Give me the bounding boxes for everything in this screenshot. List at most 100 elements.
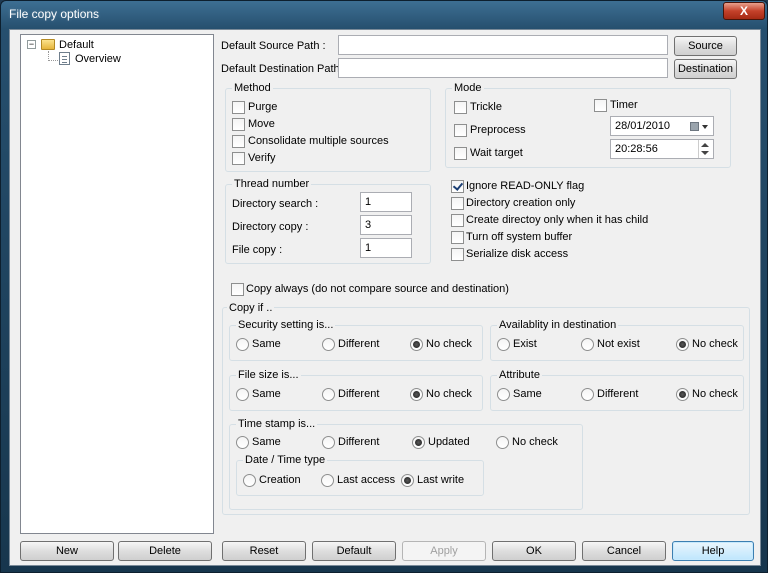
reset-button[interactable]: Reset: [222, 541, 306, 561]
preprocess-checkbox[interactable]: [454, 124, 467, 137]
directory-creation-only-checkbox[interactable]: [451, 197, 464, 210]
timestamp-different-label: Different: [338, 436, 380, 448]
wait-target-checkbox[interactable]: [454, 147, 467, 160]
filesize-nocheck-radio[interactable]: [410, 388, 423, 401]
thread-number-title: Thread number: [232, 177, 312, 191]
timestamp-same-radio[interactable]: [236, 436, 249, 449]
timestamp-different-radio[interactable]: [322, 436, 335, 449]
attribute-same-radio[interactable]: [497, 388, 510, 401]
tree-item-overview[interactable]: Overview: [75, 52, 121, 66]
attribute-title: Attribute: [497, 368, 542, 382]
security-nocheck-radio[interactable]: [410, 338, 423, 351]
verify-label: Verify: [248, 152, 276, 164]
availability-exist-radio[interactable]: [497, 338, 510, 351]
chevron-down-icon[interactable]: [702, 125, 708, 129]
filesize-same-label: Same: [252, 388, 281, 400]
destination-path-input[interactable]: [338, 58, 668, 78]
mode-group: Mode Trickle Timer Preprocess 28/01/2010…: [445, 81, 731, 168]
timer-checkbox[interactable]: [594, 99, 607, 112]
copy-if-title: Copy if ..: [227, 301, 275, 315]
datetime-lastwrite-radio[interactable]: [401, 474, 414, 487]
attribute-group: Attribute Same Different No check: [490, 368, 744, 411]
timer-date-value: 28/01/2010: [615, 120, 671, 132]
consolidate-checkbox[interactable]: [232, 135, 245, 148]
file-copy-options-window: File copy options X − Default Overview D…: [0, 0, 768, 573]
trickle-checkbox[interactable]: [454, 101, 467, 114]
datetime-lastaccess-radio[interactable]: [321, 474, 334, 487]
attribute-same-label: Same: [513, 388, 542, 400]
filesize-nocheck-label: No check: [426, 388, 472, 400]
datetime-creation-label: Creation: [259, 474, 301, 486]
create-directory-child-checkbox[interactable]: [451, 214, 464, 227]
security-same-label: Same: [252, 338, 281, 350]
destination-path-label: Default Destination Path :: [221, 63, 346, 75]
move-checkbox[interactable]: [232, 118, 245, 131]
availability-exist-label: Exist: [513, 338, 537, 350]
availability-title: Availablity in destination: [497, 318, 619, 332]
time-spinner[interactable]: [698, 140, 712, 158]
file-size-group: File size is... Same Different No check: [229, 368, 483, 411]
close-button[interactable]: X: [723, 2, 765, 20]
file-size-title: File size is...: [236, 368, 301, 382]
spin-down-icon[interactable]: [701, 151, 709, 155]
security-setting-title: Security setting is...: [236, 318, 336, 332]
timestamp-updated-radio[interactable]: [412, 436, 425, 449]
destination-button[interactable]: Destination: [674, 59, 737, 79]
security-different-radio[interactable]: [322, 338, 335, 351]
copy-always-label: Copy always (do not compare source and d…: [246, 283, 509, 295]
purge-checkbox[interactable]: [232, 101, 245, 114]
purge-label: Purge: [248, 101, 278, 113]
filesize-same-radio[interactable]: [236, 388, 249, 401]
source-path-input[interactable]: [338, 35, 668, 55]
help-button[interactable]: Help: [672, 541, 754, 561]
profile-tree[interactable]: − Default Overview: [20, 34, 214, 534]
turn-off-buffer-checkbox[interactable]: [451, 231, 464, 244]
availability-notexist-label: Not exist: [597, 338, 640, 350]
file-copy-input[interactable]: 1: [360, 238, 412, 258]
source-path-label: Default Source Path :: [221, 40, 326, 52]
availability-notexist-radio[interactable]: [581, 338, 594, 351]
thread-number-group: Thread number Directory search : 1 Direc…: [225, 177, 431, 264]
file-copy-label: File copy :: [232, 244, 283, 256]
serialize-disk-checkbox[interactable]: [451, 248, 464, 261]
availability-nocheck-radio[interactable]: [676, 338, 689, 351]
filesize-different-radio[interactable]: [322, 388, 335, 401]
security-setting-group: Security setting is... Same Different No…: [229, 318, 483, 361]
ok-button[interactable]: OK: [492, 541, 576, 561]
attribute-different-label: Different: [597, 388, 639, 400]
availability-nocheck-label: No check: [692, 338, 738, 350]
time-stamp-group: Time stamp is... Same Different Updated …: [229, 417, 583, 510]
collapse-icon[interactable]: −: [27, 40, 36, 49]
verify-checkbox[interactable]: [232, 152, 245, 165]
ignore-readonly-label: Ignore READ-ONLY flag: [466, 180, 585, 192]
availability-group: Availablity in destination Exist Not exi…: [490, 318, 744, 361]
security-same-radio[interactable]: [236, 338, 249, 351]
window-title: File copy options: [9, 7, 100, 21]
directory-copy-input[interactable]: 3: [360, 215, 412, 235]
filesize-different-label: Different: [338, 388, 380, 400]
copy-if-group: Copy if .. Security setting is... Same D…: [222, 301, 750, 515]
attribute-nocheck-radio[interactable]: [676, 388, 689, 401]
consolidate-label: Consolidate multiple sources: [248, 135, 389, 147]
attribute-nocheck-label: No check: [692, 388, 738, 400]
delete-button[interactable]: Delete: [118, 541, 212, 561]
copy-always-checkbox[interactable]: [231, 283, 244, 296]
method-group: Method Purge Move Consolidate multiple s…: [225, 81, 431, 172]
spin-up-icon[interactable]: [701, 143, 709, 147]
timestamp-nocheck-radio[interactable]: [496, 436, 509, 449]
apply-button[interactable]: Apply: [402, 541, 486, 561]
cancel-button[interactable]: Cancel: [582, 541, 666, 561]
ignore-readonly-checkbox[interactable]: [451, 180, 464, 193]
calendar-icon[interactable]: [690, 122, 699, 131]
title-bar[interactable]: File copy options X: [1, 1, 767, 27]
security-nocheck-label: No check: [426, 338, 472, 350]
source-button[interactable]: Source: [674, 36, 737, 56]
directory-search-input[interactable]: 1: [360, 192, 412, 212]
new-button[interactable]: New: [20, 541, 114, 561]
attribute-different-radio[interactable]: [581, 388, 594, 401]
folder-icon: [41, 39, 55, 50]
datetime-creation-radio[interactable]: [243, 474, 256, 487]
tree-item-default[interactable]: Default: [59, 38, 94, 52]
directory-search-label: Directory search :: [232, 198, 319, 210]
default-button[interactable]: Default: [312, 541, 396, 561]
